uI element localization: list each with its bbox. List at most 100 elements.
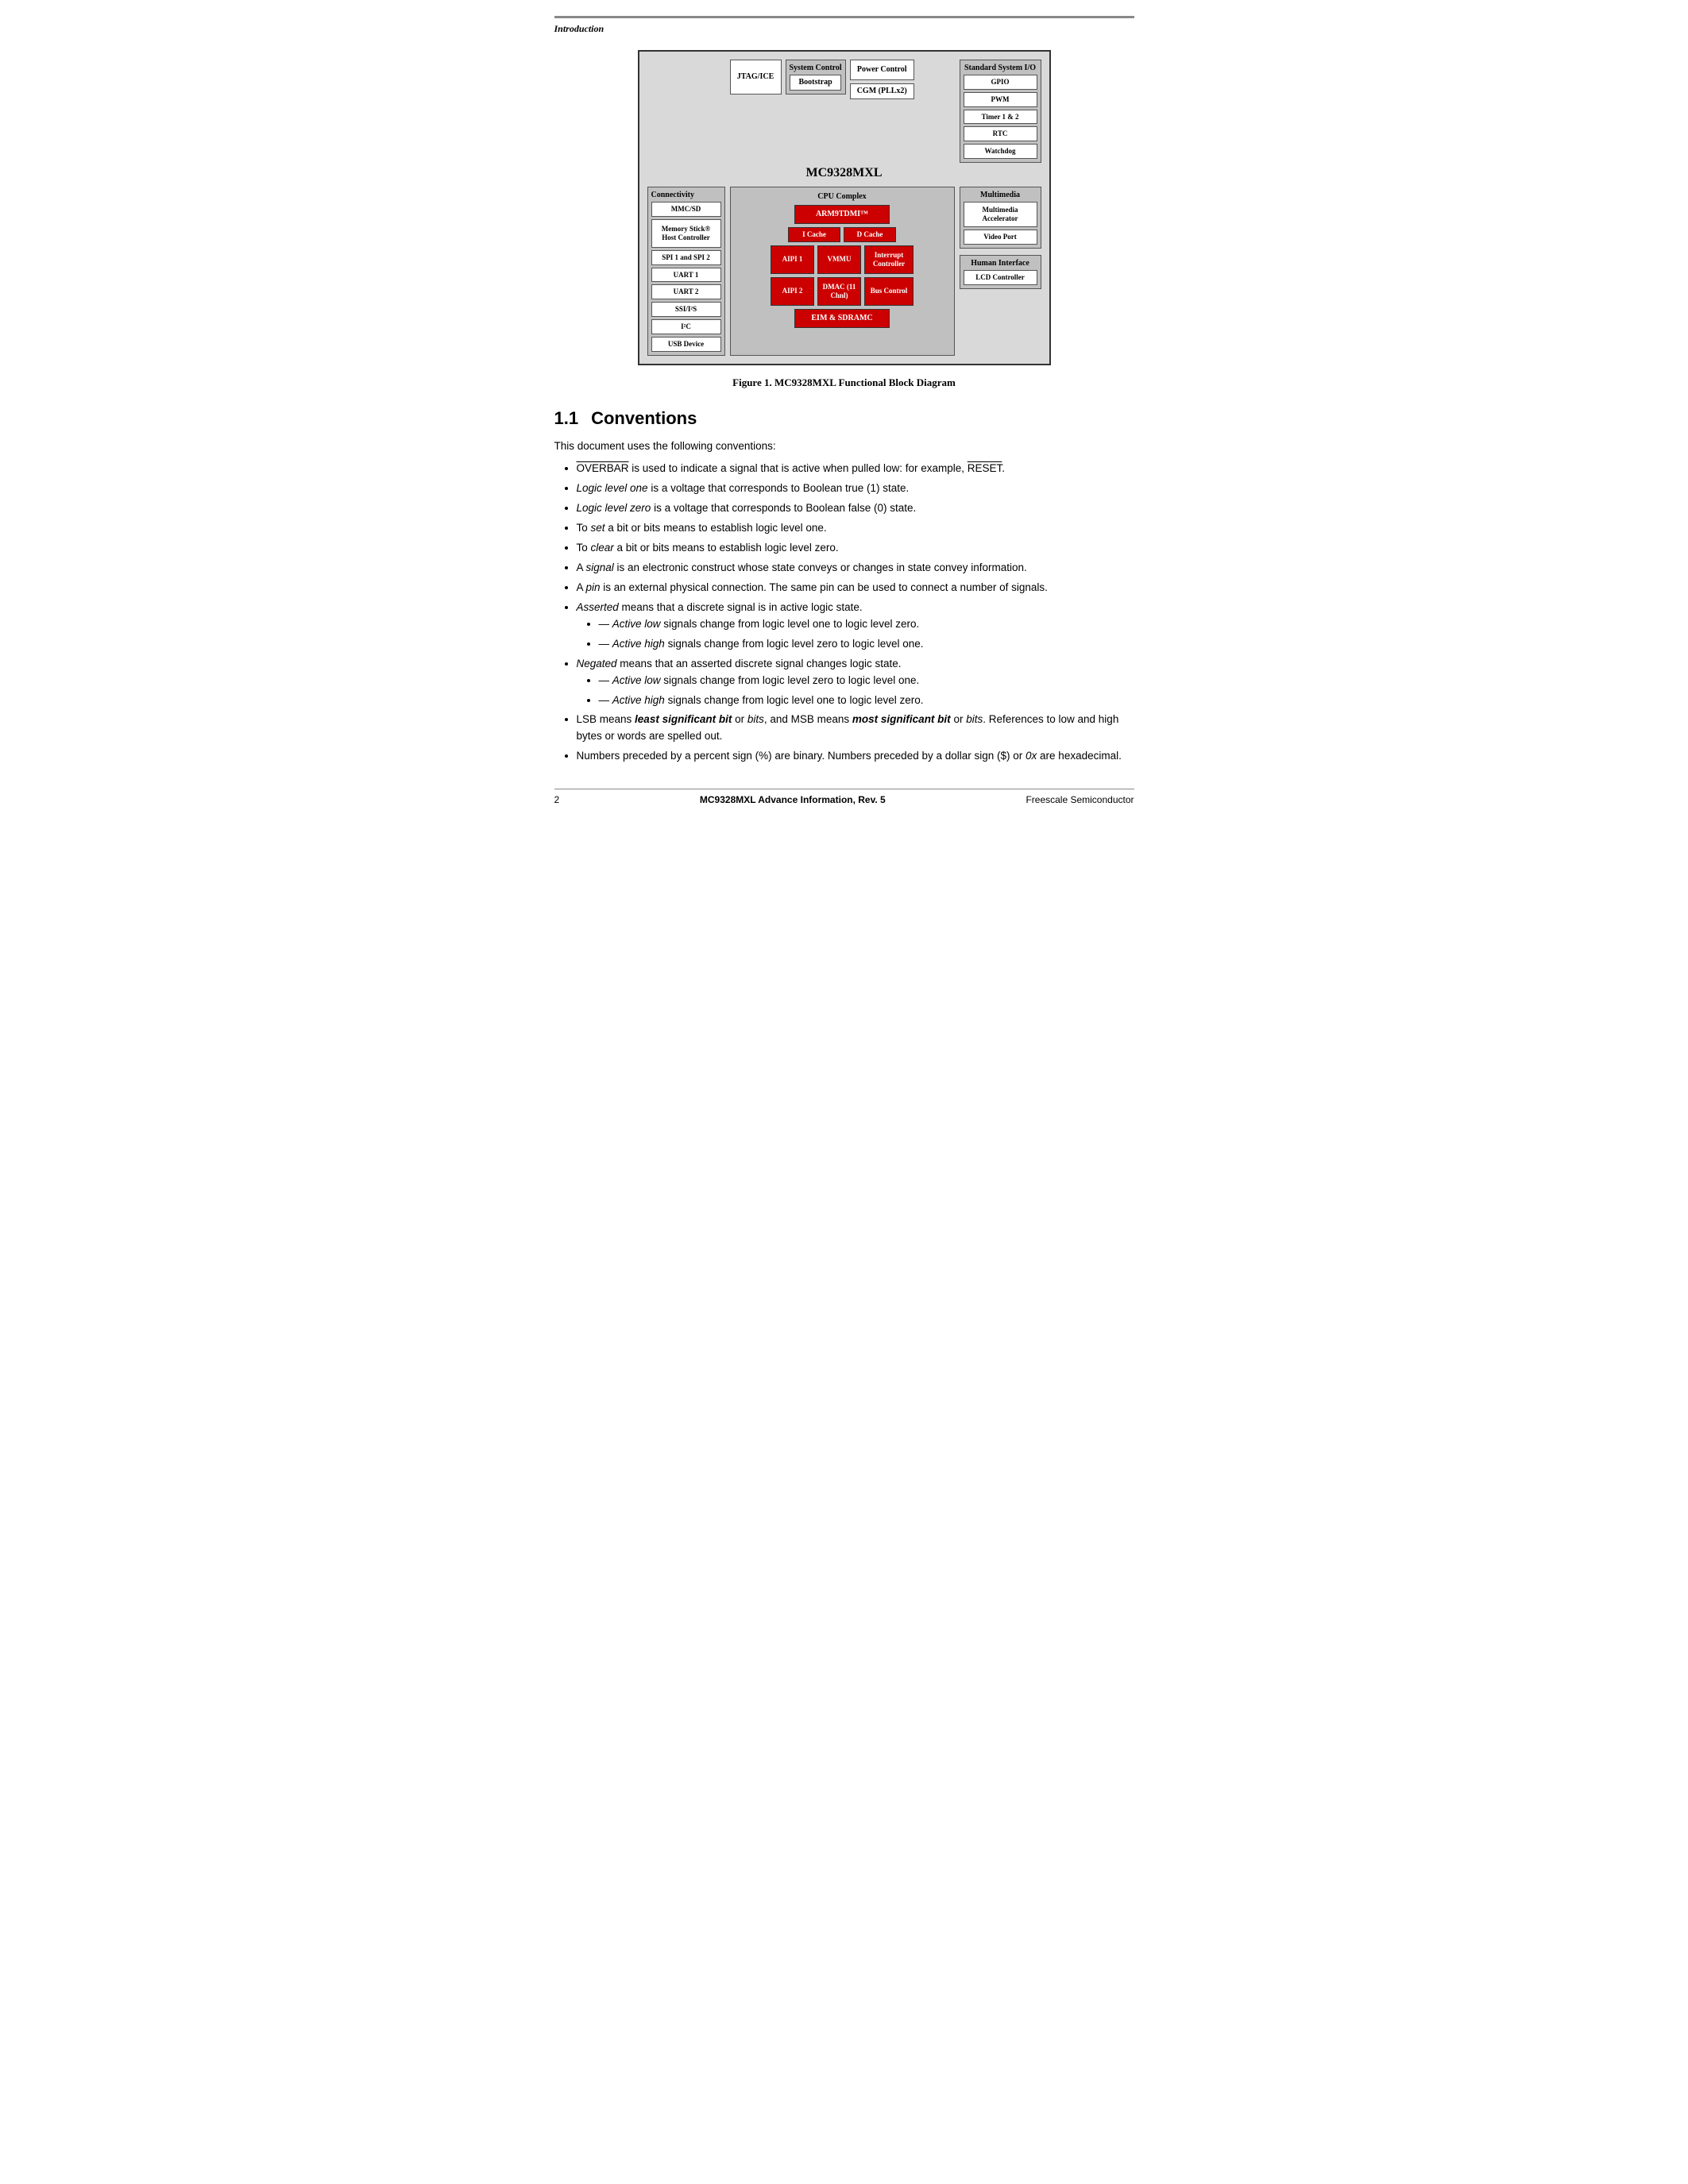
hex-prefix-text: 0x <box>1026 750 1037 762</box>
system-control-box: System Control Bootstrap <box>786 60 846 95</box>
cgm-block: CGM (PLLx2) <box>850 83 914 99</box>
cpu-complex-box: CPU Complex ARM9TDMI™ I Cache D Cache AI… <box>730 187 955 356</box>
arm9-block: ARM9TDMI™ <box>794 205 890 224</box>
active-low-2-text: Active low <box>612 674 661 686</box>
pin-text: pin <box>586 581 601 593</box>
sub-item-active-high-1: Active high signals change from logic le… <box>599 636 1134 653</box>
diagram-title: MC9328MXL <box>647 166 1041 180</box>
eim-sdramc-block: EIM & SDRAMC <box>794 309 890 328</box>
negated-sub-list: Active low signals change from logic lev… <box>599 673 1134 709</box>
connectivity-label: Connectivity <box>651 191 721 199</box>
uart1-block: UART 1 <box>651 268 721 283</box>
dmac-block: DMAC (11 Chnl) <box>817 277 861 306</box>
negated-text: Negated <box>577 658 617 669</box>
bus-control-block: Bus Control <box>864 277 914 306</box>
aipi2-block: AIPI 2 <box>771 277 814 306</box>
std-sio-box: Standard System I/O GPIO PWM Timer 1 & 2… <box>960 60 1041 163</box>
icache-block: I Cache <box>788 227 840 242</box>
memory-stick-block: Memory Stick® Host Controller <box>651 219 721 248</box>
multimedia-label: Multimedia <box>964 191 1037 199</box>
watchdog-block: Watchdog <box>964 144 1037 159</box>
list-item-clear: To clear a bit or bits means to establis… <box>577 540 1134 557</box>
vmmu-block: VMMU <box>817 245 861 274</box>
power-cgm-area: Power Control CGM (PLLx2) <box>850 60 914 99</box>
video-port-block: Video Port <box>964 230 1037 245</box>
list-item-pin: A pin is an external physical connection… <box>577 580 1134 596</box>
eim-row: EIM & SDRAMC <box>736 309 949 328</box>
aipi1-block: AIPI 1 <box>771 245 814 274</box>
arm9-row: ARM9TDMI™ <box>736 205 949 224</box>
list-item-lsb-msb: LSB means least significant bit or bits,… <box>577 712 1134 745</box>
intro-text: This document uses the following convent… <box>554 438 1134 455</box>
sub-item-active-low-1: Active low signals change from logic lev… <box>599 616 1134 633</box>
logic-level-one-text: Logic level one <box>577 482 648 494</box>
lsb-text: least significant bit <box>635 713 732 725</box>
msb-text: most significant bit <box>852 713 951 725</box>
spi-block: SPI 1 and SPI 2 <box>651 250 721 265</box>
reset-text: RESET <box>968 462 1002 474</box>
ssi-block: SSI/I²S <box>651 302 721 317</box>
connectivity-box: Connectivity MMC/SD Memory Stick® Host C… <box>647 187 725 356</box>
diagram-container: JTAG/ICE System Control Bootstrap Power … <box>554 50 1134 365</box>
footer-page-number: 2 <box>554 794 560 805</box>
power-block: Power Control <box>850 60 914 80</box>
section-number: 1.1 <box>554 408 579 428</box>
active-low-1-text: Active low <box>612 618 661 630</box>
active-high-2-text: Active high <box>612 694 665 706</box>
timer-block: Timer 1 & 2 <box>964 110 1037 125</box>
list-item-signal: A signal is an electronic construct whos… <box>577 560 1134 577</box>
list-item-set: To set a bit or bits means to establish … <box>577 520 1134 537</box>
multimedia-box: Multimedia Multimedia Accelerator Video … <box>960 187 1041 249</box>
usb-device-block: USB Device <box>651 337 721 352</box>
cache-row: I Cache D Cache <box>736 227 949 242</box>
aipi2-row: AIPI 2 DMAC (11 Chnl) Bus Control <box>736 277 949 306</box>
lcd-controller-block: LCD Controller <box>964 270 1037 285</box>
mmc-sd-block: MMC/SD <box>651 202 721 217</box>
human-interface-box: Human Interface LCD Controller <box>960 255 1041 289</box>
conventions-list: OVERBAR is used to indicate a signal tha… <box>577 461 1134 765</box>
dcache-block: D Cache <box>844 227 896 242</box>
connectivity-items: MMC/SD Memory Stick® Host Controller SPI… <box>651 202 721 352</box>
std-sio-label: Standard System I/O <box>964 64 1037 72</box>
section-heading: 1.1 Conventions <box>554 408 1134 429</box>
uart2-block: UART 2 <box>651 284 721 299</box>
list-item-negated: Negated means that an asserted discrete … <box>577 656 1134 709</box>
block-diagram: JTAG/ICE System Control Bootstrap Power … <box>638 50 1051 365</box>
center-top: JTAG/ICE System Control Bootstrap Power … <box>730 60 955 99</box>
sub-item-active-low-2: Active low signals change from logic lev… <box>599 673 1134 689</box>
overbar-text: OVERBAR <box>577 462 629 474</box>
aipi1-row: AIPI 1 VMMU Interrupt Controller <box>736 245 949 274</box>
multimedia-accelerator-block: Multimedia Accelerator <box>964 202 1037 227</box>
clear-text: clear <box>591 542 614 554</box>
gpio-block: GPIO <box>964 75 1037 90</box>
bootstrap-block: Bootstrap <box>790 75 840 91</box>
human-interface-label: Human Interface <box>964 259 1037 268</box>
asserted-text: Asserted <box>577 601 619 613</box>
i2c-block: I²C <box>651 319 721 334</box>
sub-item-active-high-2: Active high signals change from logic le… <box>599 693 1134 709</box>
header-text: Introduction <box>554 23 605 34</box>
jtag-block: JTAG/ICE <box>730 60 782 95</box>
list-item-logic-zero: Logic level zero is a voltage that corre… <box>577 500 1134 517</box>
bits-1-text: bits <box>747 713 764 725</box>
figure-caption: Figure 1. MC9328MXL Functional Block Dia… <box>554 376 1134 389</box>
set-text: set <box>591 522 605 534</box>
list-item-numbers: Numbers preceded by a percent sign (%) a… <box>577 748 1134 765</box>
footer-company-text: Freescale Semiconductor <box>1026 794 1134 805</box>
page-header: Introduction <box>554 16 1134 36</box>
diagram-main-row: Connectivity MMC/SD Memory Stick® Host C… <box>647 187 1041 356</box>
multimedia-items: Multimedia Accelerator Video Port <box>964 202 1037 245</box>
cpu-complex-label: CPU Complex <box>736 192 949 201</box>
system-control-label: System Control <box>790 64 842 72</box>
footer-center-text: MC9328MXL Advance Information, Rev. 5 <box>700 794 886 805</box>
section-title: Conventions <box>591 408 697 428</box>
page-footer: 2 MC9328MXL Advance Information, Rev. 5 … <box>554 789 1134 805</box>
bits-2-text: bits <box>966 713 983 725</box>
asserted-sub-list: Active low signals change from logic lev… <box>599 616 1134 653</box>
signal-text: signal <box>586 561 614 573</box>
pwm-block: PWM <box>964 92 1037 107</box>
list-item-asserted: Asserted means that a discrete signal is… <box>577 600 1134 653</box>
right-column: Multimedia Multimedia Accelerator Video … <box>960 187 1041 356</box>
diagram-top-row: JTAG/ICE System Control Bootstrap Power … <box>647 60 1041 163</box>
active-high-1-text: Active high <box>612 638 665 650</box>
